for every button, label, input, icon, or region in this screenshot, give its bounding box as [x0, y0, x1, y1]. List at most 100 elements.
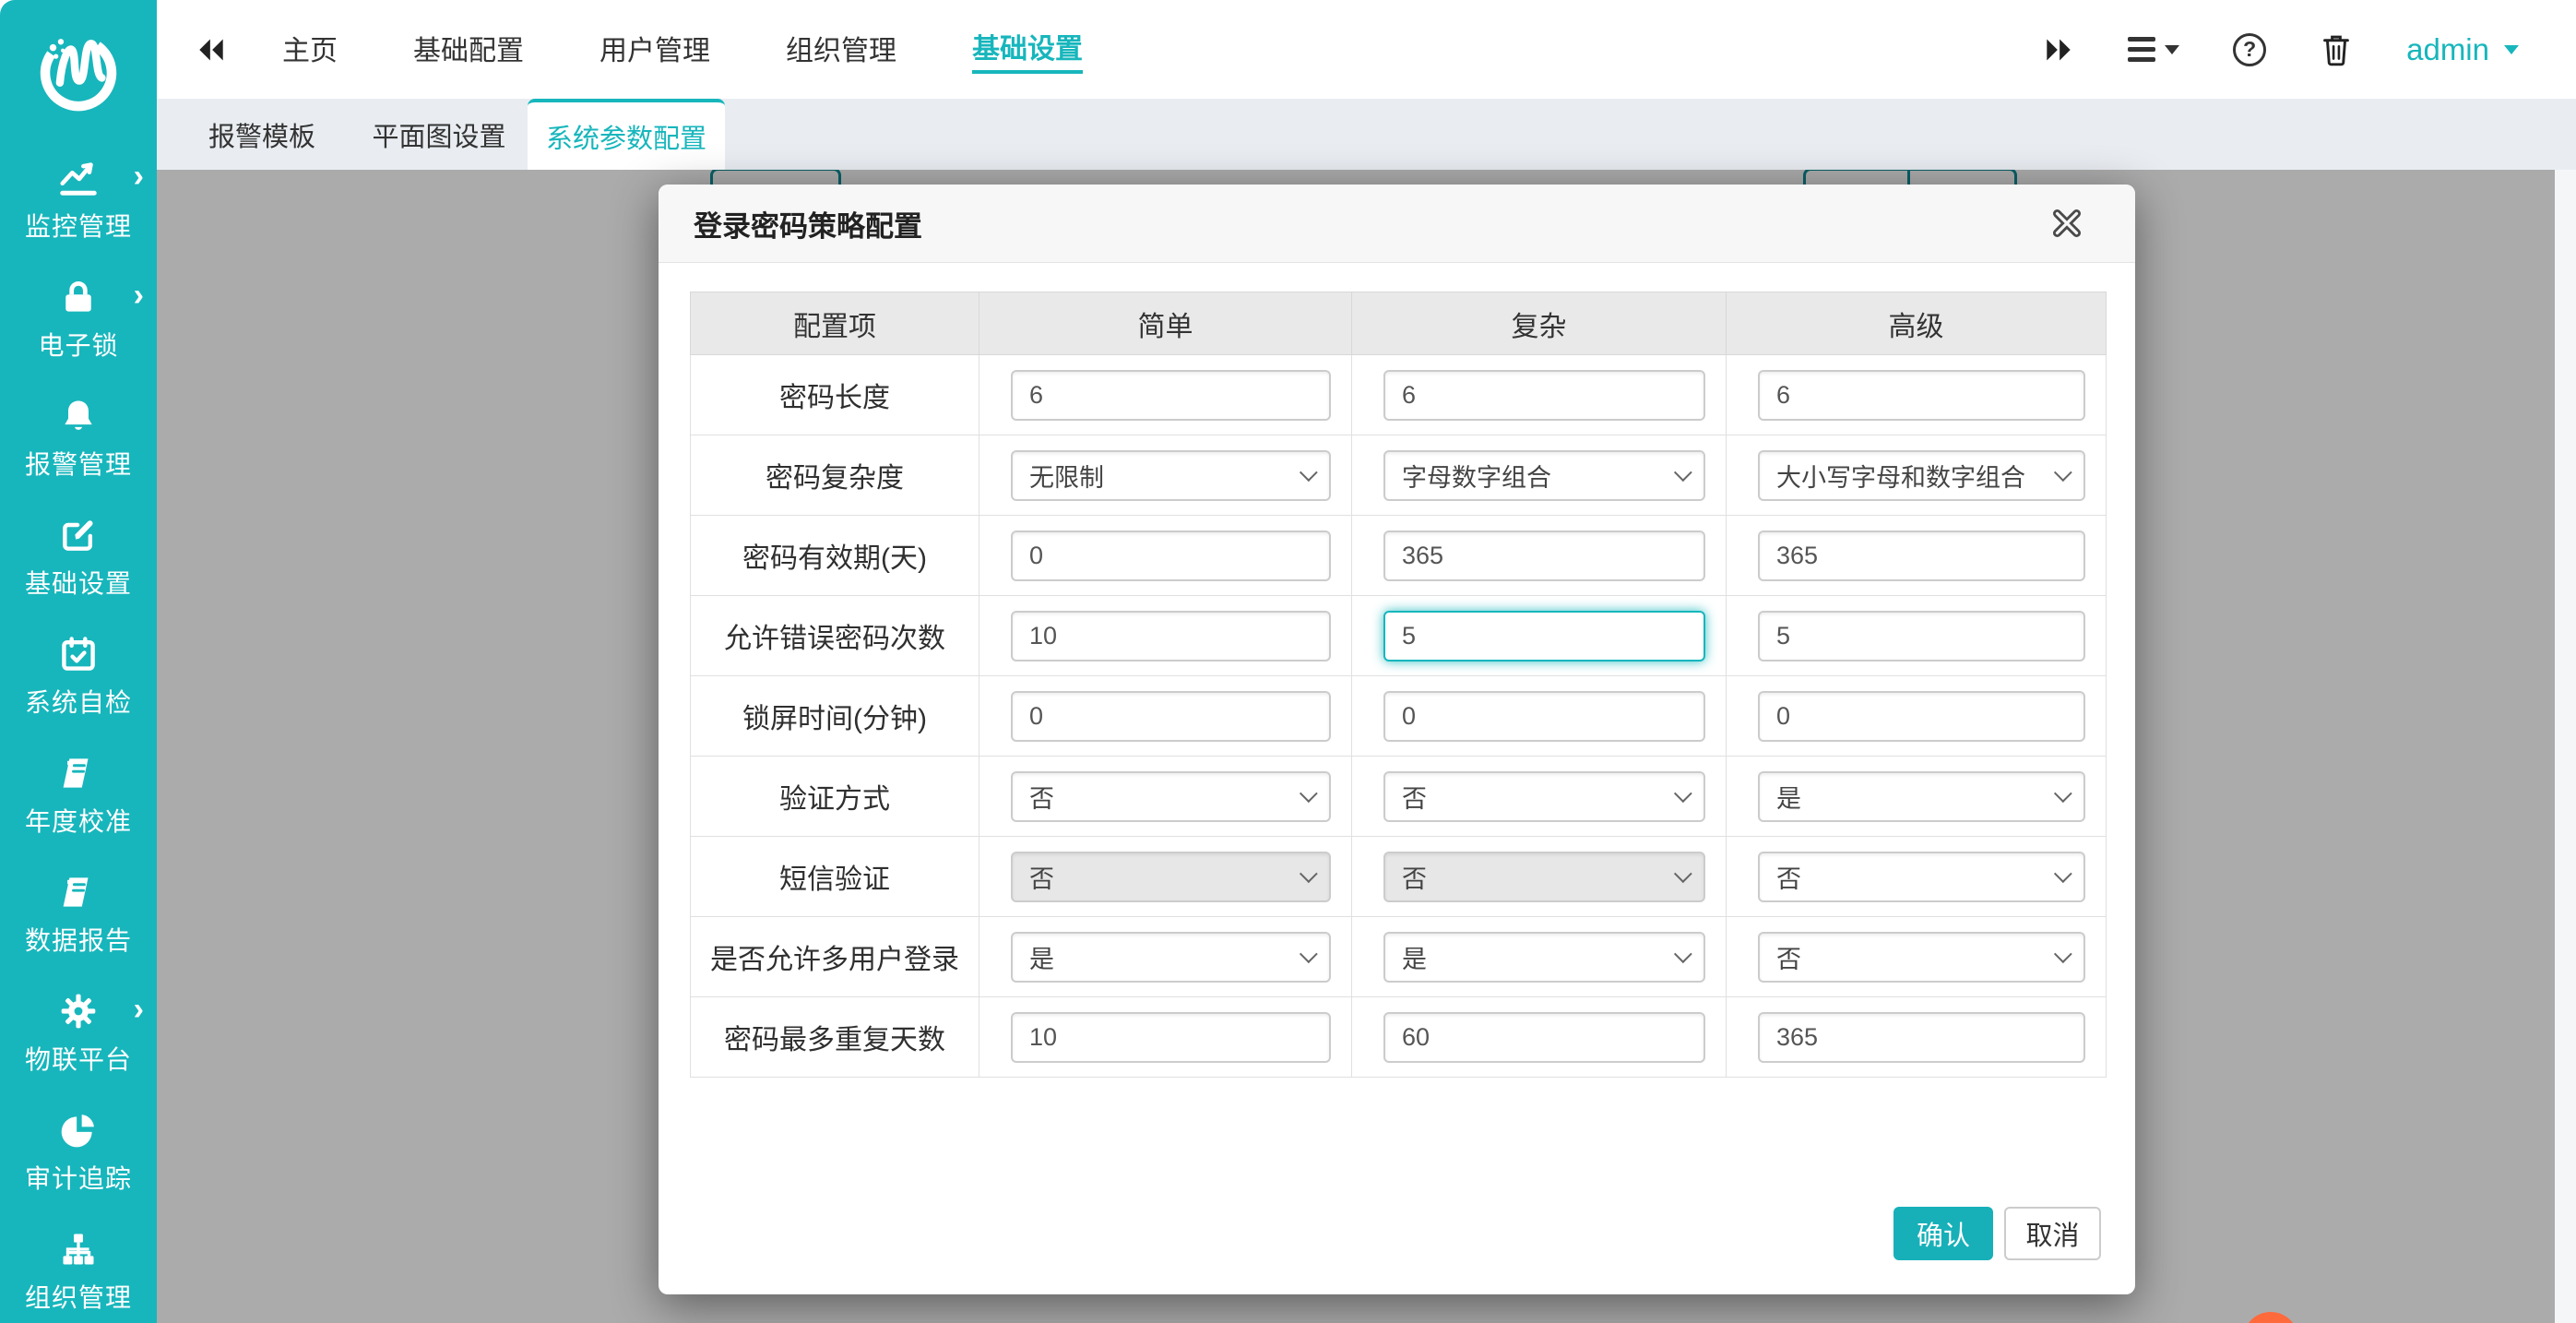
table-header-row: 配置项 简单 复杂 高级: [691, 292, 2107, 355]
chart-line-icon: [57, 157, 100, 199]
chevron-down-icon: [1674, 864, 1692, 883]
sidebar-item-elock[interactable]: 电子锁 ›: [0, 259, 157, 378]
tab-system-params[interactable]: 系统参数配置: [528, 99, 725, 170]
column-header: 复杂: [1352, 292, 1727, 355]
multi-user-login-advanced-select[interactable]: 否: [1758, 932, 2085, 983]
column-header: 简单: [979, 292, 1352, 355]
password-complexity-simple-select[interactable]: 无限制: [1011, 450, 1331, 501]
trash-icon[interactable]: [2320, 32, 2353, 67]
password-validity-simple-input[interactable]: [1011, 530, 1331, 581]
verification-method-simple-select[interactable]: 否: [1011, 771, 1331, 822]
chevron-right-icon: ›: [134, 994, 144, 1025]
row-label: 锁屏时间(分钟): [691, 676, 979, 757]
password-policy-dialog: 登录密码策略配置 配置项 简单 复杂 高级 密码长度: [659, 185, 2135, 1294]
edit-icon: [58, 514, 99, 556]
nav-item-org-management[interactable]: 组织管理: [786, 28, 896, 72]
calendar-check-icon: [58, 633, 99, 675]
sidebar-item-label: 监控管理: [25, 207, 132, 244]
lock-icon: [58, 276, 99, 318]
password-length-simple-input[interactable]: [1011, 370, 1331, 421]
sidebar-item-data-report[interactable]: 数据报告: [0, 854, 157, 973]
table-row: 锁屏时间(分钟): [691, 676, 2107, 757]
chevron-down-icon: [1674, 463, 1692, 482]
password-complexity-advanced-select[interactable]: 大小写字母和数字组合: [1758, 450, 2085, 501]
confirm-button[interactable]: 确认: [1893, 1207, 1993, 1260]
password-length-advanced-input[interactable]: [1758, 370, 2085, 421]
select-value: 无限制: [1029, 458, 1104, 494]
select-value: 否: [1029, 859, 1054, 895]
user-menu[interactable]: admin: [2406, 32, 2519, 67]
wrong-password-attempts-advanced-input[interactable]: [1758, 611, 2085, 662]
verification-method-complex-select[interactable]: 否: [1383, 771, 1705, 822]
row-label: 是否允许多用户登录: [691, 917, 979, 997]
sidebar-item-iot-platform[interactable]: 物联平台 ›: [0, 973, 157, 1092]
table-row: 短信验证 否 否 否: [691, 837, 2107, 917]
chevron-down-icon: [1674, 784, 1692, 803]
book-icon: [58, 752, 99, 794]
password-repeat-days-advanced-input[interactable]: [1758, 1012, 2085, 1063]
close-icon[interactable]: [2050, 207, 2083, 240]
chevron-down-icon: [2054, 864, 2072, 883]
password-validity-advanced-input[interactable]: [1758, 530, 2085, 581]
sidebar-item-audit-trail[interactable]: 审计追踪: [0, 1092, 157, 1211]
caret-down-icon: [2165, 45, 2179, 54]
chevron-down-icon: [1300, 864, 1318, 883]
tab-alarm-template[interactable]: 报警模板: [173, 99, 350, 170]
multi-user-login-simple-select[interactable]: 是: [1011, 932, 1331, 983]
verification-method-advanced-select[interactable]: 是: [1758, 771, 2085, 822]
nav-item-user-management[interactable]: 用户管理: [599, 28, 710, 72]
row-label: 密码有效期(天): [691, 516, 979, 596]
select-value: 字母数字组合: [1402, 458, 1551, 494]
caret-down-icon: [2504, 45, 2519, 54]
lockscreen-time-advanced-input[interactable]: [1758, 691, 2085, 742]
sidebar-item-basic-settings[interactable]: 基础设置: [0, 497, 157, 616]
password-repeat-days-simple-input[interactable]: [1011, 1012, 1331, 1063]
select-value: 否: [1776, 939, 1801, 975]
org-chart-icon: [58, 1228, 99, 1270]
lockscreen-time-complex-input[interactable]: [1383, 691, 1705, 742]
expand-right-icon[interactable]: [2043, 36, 2074, 64]
scrollbar-track[interactable]: [2555, 170, 2576, 1323]
chevron-down-icon: [1300, 784, 1318, 803]
select-value: 是: [1402, 939, 1427, 975]
tab-floorplan-settings[interactable]: 平面图设置: [350, 99, 528, 170]
multi-user-login-complex-select[interactable]: 是: [1383, 932, 1705, 983]
chevron-down-icon: [2054, 784, 2072, 803]
row-label: 短信验证: [691, 837, 979, 917]
lockscreen-time-simple-input[interactable]: [1011, 691, 1331, 742]
logo-icon: [30, 20, 127, 122]
row-label: 密码长度: [691, 355, 979, 435]
nav-item-basic-config[interactable]: 基础配置: [413, 28, 524, 72]
table-row: 是否允许多用户登录 是 是 否: [691, 917, 2107, 997]
sidebar-item-self-check[interactable]: 系统自检: [0, 616, 157, 735]
select-value: 否: [1402, 779, 1427, 815]
wrong-password-attempts-simple-input[interactable]: [1011, 611, 1331, 662]
sidebar-item-org-management[interactable]: 组织管理: [0, 1211, 157, 1323]
password-complexity-complex-select[interactable]: 字母数字组合: [1383, 450, 1705, 501]
dialog-footer: 确认 取消: [659, 1207, 2135, 1260]
sms-verification-advanced-select[interactable]: 否: [1758, 852, 2085, 902]
cancel-button[interactable]: 取消: [2004, 1207, 2101, 1260]
sidebar-item-annual-calibration[interactable]: 年度校准: [0, 735, 157, 854]
menu-dropdown-icon[interactable]: [2128, 37, 2179, 62]
collapse-left-icon[interactable]: [196, 36, 227, 64]
chevron-down-icon: [2054, 463, 2072, 482]
top-nav-items: 主页 基础配置 用户管理 组织管理 基础设置: [282, 26, 1083, 74]
nav-item-home[interactable]: 主页: [282, 28, 338, 72]
sidebar-item-alarm[interactable]: 报警管理: [0, 378, 157, 497]
sub-tabs: 报警模板 平面图设置 系统参数配置: [157, 99, 2576, 170]
sidebar-item-monitor[interactable]: 监控管理 ›: [0, 140, 157, 259]
row-label: 验证方式: [691, 757, 979, 837]
select-value: 否: [1776, 859, 1801, 895]
wrong-password-attempts-complex-input[interactable]: [1383, 611, 1705, 662]
app-logo[interactable]: [0, 0, 157, 146]
sidebar-item-label: 电子锁: [38, 326, 118, 363]
nav-item-basic-settings[interactable]: 基础设置: [972, 26, 1083, 74]
table-row: 验证方式 否 否 是: [691, 757, 2107, 837]
password-repeat-days-complex-input[interactable]: [1383, 1012, 1705, 1063]
password-validity-complex-input[interactable]: [1383, 530, 1705, 581]
select-value: 否: [1402, 859, 1427, 895]
gear-icon: [58, 990, 99, 1032]
password-length-complex-input[interactable]: [1383, 370, 1705, 421]
help-icon[interactable]: ?: [2233, 33, 2266, 66]
